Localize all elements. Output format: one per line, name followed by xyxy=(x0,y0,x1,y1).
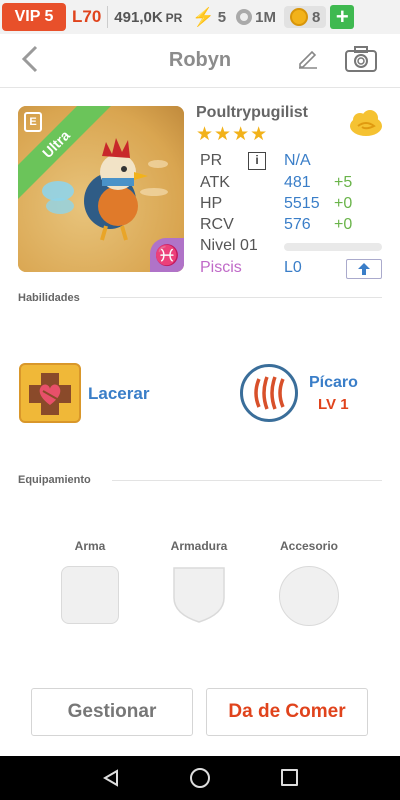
feed-button[interactable]: Da de Comer xyxy=(206,688,368,736)
add-gold-button[interactable]: + xyxy=(330,4,355,29)
status-bar: VIP 5 L70 491,0K PR ⚡ 5 1M 8 + xyxy=(0,0,400,34)
equipment-divider xyxy=(112,480,382,481)
experience-bar xyxy=(284,243,382,251)
nav-home-icon[interactable] xyxy=(190,768,210,788)
header: Robyn xyxy=(0,34,400,88)
info-icon[interactable]: i xyxy=(248,152,266,170)
rcv-label: RCV xyxy=(200,216,234,233)
hp-bonus: +0 xyxy=(334,195,353,212)
abilities-heading: Habilidades xyxy=(18,292,80,304)
nav-recents-icon[interactable] xyxy=(281,769,298,786)
pencil-icon[interactable] xyxy=(296,46,320,70)
rcv-value: 576 xyxy=(284,216,311,233)
skill-name[interactable]: Lacerar xyxy=(88,384,149,404)
power-rating-value: 491,0K xyxy=(114,8,163,26)
atk-label: ATK xyxy=(200,174,230,191)
pet-portrait[interactable]: Ultra E ♓ xyxy=(18,106,184,272)
level-label: Nivel 01 xyxy=(200,237,258,254)
claw-marks-icon xyxy=(254,376,285,410)
page-title: Robyn xyxy=(168,49,232,71)
energy-stat[interactable]: ⚡ 5 xyxy=(192,7,226,28)
manage-button[interactable]: Gestionar xyxy=(31,688,193,736)
lightning-icon: ⚡ xyxy=(192,6,215,27)
gold-stat[interactable]: 8 xyxy=(283,6,327,28)
stat-row-pr: PR i N/A xyxy=(200,152,384,174)
hp-label: HP xyxy=(200,195,223,212)
power-rating: 491,0K PR xyxy=(114,9,182,26)
paw-value: 1M xyxy=(255,8,276,26)
rcv-bonus: +0 xyxy=(334,216,353,233)
star-rating: ★★★★ xyxy=(196,124,269,145)
paw-icon xyxy=(236,9,253,25)
atk-value: 481 xyxy=(284,174,311,191)
accessory-label: Accesorio xyxy=(279,539,339,553)
system-nav-bar xyxy=(0,756,400,800)
camera-icon[interactable] xyxy=(345,46,377,72)
pr-label: PR xyxy=(200,152,223,169)
status-divider xyxy=(107,6,109,28)
energy-value: 5 xyxy=(217,8,227,26)
abilities-divider xyxy=(100,297,382,298)
cloud-element-icon xyxy=(350,110,382,136)
hp-value: 5515 xyxy=(284,195,320,212)
stat-row-atk: ATK 481 +5 xyxy=(200,174,384,196)
gold-coin-icon xyxy=(289,8,308,26)
equipment-heading: Equipamiento xyxy=(18,474,91,486)
class-name[interactable]: Pícaro xyxy=(309,374,358,392)
pet-species-name: Poultrypugilist xyxy=(196,104,308,121)
atk-bonus: +5 xyxy=(334,174,353,191)
stat-row-hp: HP 5515 +0 xyxy=(200,195,384,217)
player-level: L70 xyxy=(72,7,102,26)
rogue-class-icon[interactable] xyxy=(240,364,298,422)
armor-label: Armadura xyxy=(170,539,228,553)
pr-value: N/A xyxy=(284,152,311,169)
arrow-up-icon xyxy=(358,263,370,275)
armor-slot[interactable] xyxy=(170,564,228,626)
stat-row-zodiac: Piscis L0 xyxy=(200,259,384,281)
zodiac-level: L0 xyxy=(284,259,302,276)
class-level: LV 1 xyxy=(318,396,349,413)
weapon-slot[interactable] xyxy=(61,566,119,624)
lacerate-skill-icon[interactable] xyxy=(19,363,81,423)
gold-value: 8 xyxy=(311,8,321,26)
zodiac-label: Piscis xyxy=(200,259,242,276)
notes-icon[interactable]: E xyxy=(24,112,42,132)
stat-row-rcv: RCV 576 +0 xyxy=(200,216,384,238)
stat-row-level: Nivel 01 xyxy=(200,237,384,259)
pisces-icon: ♓ xyxy=(150,238,184,272)
weapon-label: Arma xyxy=(74,539,106,553)
vip-badge[interactable]: VIP 5 xyxy=(2,3,66,31)
cross-heart-icon xyxy=(29,373,71,415)
nav-back-icon[interactable] xyxy=(102,769,120,787)
zodiac-upgrade-button[interactable] xyxy=(346,259,382,279)
power-rating-unit: PR xyxy=(165,10,183,25)
accessory-slot[interactable] xyxy=(279,566,339,626)
paw-stat[interactable]: 1M xyxy=(236,9,276,26)
